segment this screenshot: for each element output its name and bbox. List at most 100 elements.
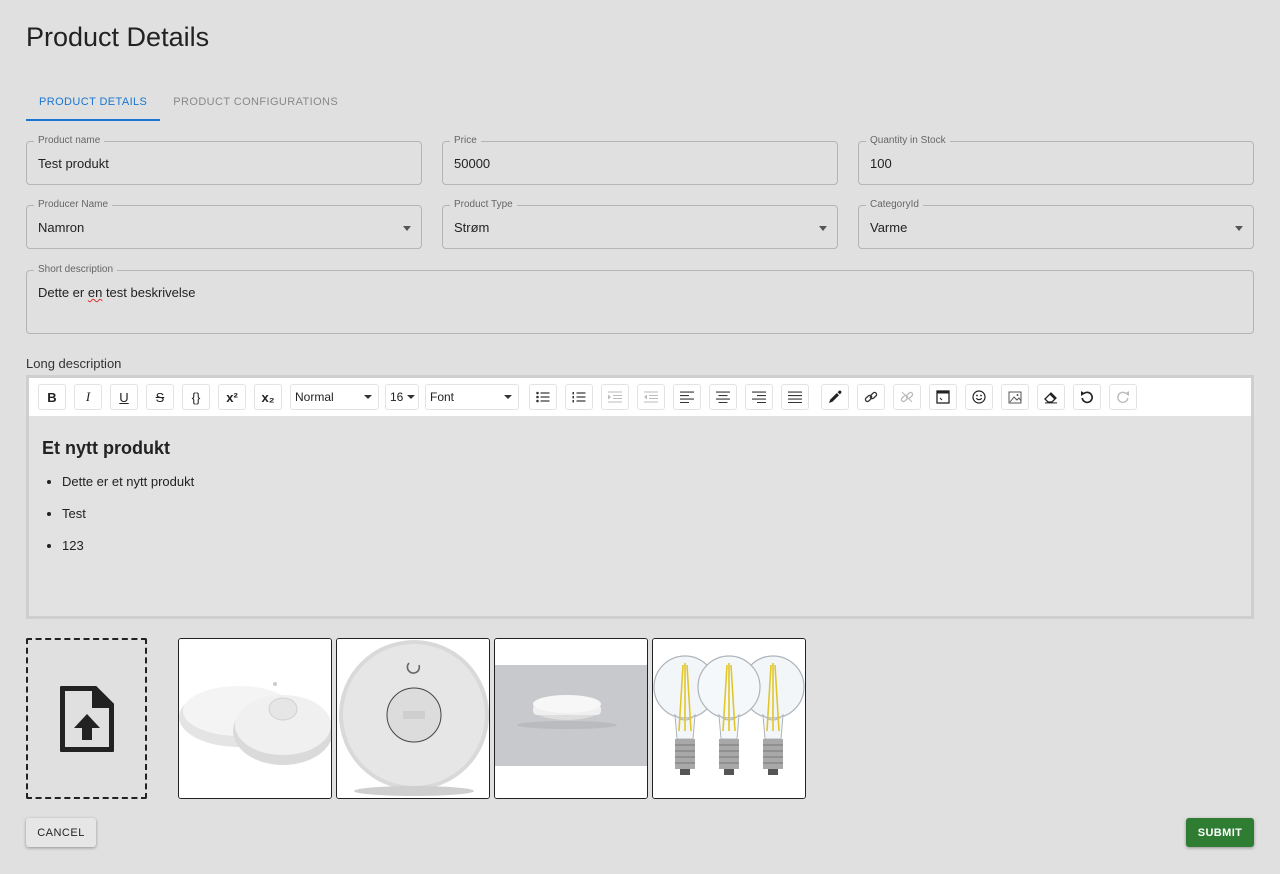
tab-product-configurations[interactable]: PRODUCT CONFIGURATIONS — [160, 86, 351, 121]
block-type-select[interactable]: Normal — [290, 384, 379, 410]
redo-icon — [1117, 391, 1129, 404]
product-image-led-bulbs[interactable] — [652, 638, 806, 799]
quantity-value[interactable]: 100 — [870, 156, 892, 171]
bullet-list-icon — [536, 391, 550, 403]
undo-button[interactable] — [1073, 384, 1101, 410]
submit-button[interactable]: SUBMIT — [1186, 818, 1254, 847]
align-left-icon — [680, 391, 694, 403]
font-family-select[interactable]: Font — [425, 384, 519, 410]
short-description-value[interactable]: Dette er en test beskrivelse — [38, 285, 196, 300]
color-picker-button[interactable] — [821, 384, 849, 410]
list-item: Dette er et nytt produkt — [62, 473, 194, 505]
category-value: Varme — [870, 220, 908, 235]
ordered-list-button[interactable] — [565, 384, 593, 410]
image-upload-dropzone[interactable] — [26, 638, 147, 799]
font-size-select[interactable]: 16 — [385, 384, 419, 410]
cancel-button[interactable]: CANCEL — [26, 818, 96, 847]
align-center-icon — [716, 391, 730, 403]
link-button[interactable] — [857, 384, 885, 410]
caret-down-icon — [364, 395, 372, 399]
short-description-text-b: test beskrivelse — [102, 285, 196, 300]
product-name-field[interactable]: Product name Test produkt — [26, 135, 422, 185]
emoji-button[interactable] — [965, 384, 993, 410]
remove-format-button[interactable] — [1037, 384, 1065, 410]
tab-product-details[interactable]: PRODUCT DETAILS — [26, 86, 161, 121]
content-heading: Et nytt produkt — [42, 438, 170, 458]
caret-down-icon — [504, 395, 512, 399]
unlink-button[interactable] — [893, 384, 921, 410]
product-name-value[interactable]: Test produkt — [38, 156, 109, 171]
list-item: Test — [62, 505, 194, 537]
category-select[interactable]: CategoryId Varme — [858, 199, 1254, 249]
producer-select[interactable]: Producer Name Namron — [26, 199, 422, 249]
embed-icon — [936, 390, 950, 404]
smoke-detectors-image — [179, 639, 331, 798]
numbered-list-icon — [572, 392, 586, 403]
align-right-icon — [752, 391, 766, 403]
caret-down-icon[interactable] — [403, 226, 411, 231]
caret-down-icon — [407, 395, 416, 399]
strikethrough-button[interactable]: S — [146, 384, 174, 410]
link-icon — [864, 391, 878, 403]
bold-button[interactable]: B — [38, 384, 66, 410]
page-title: Product Details — [26, 22, 210, 52]
file-upload-icon — [59, 685, 114, 752]
quantity-field[interactable]: Quantity in Stock 100 — [858, 135, 1254, 185]
detector-top-image — [337, 639, 489, 798]
smiley-icon — [972, 390, 986, 404]
caret-down-icon[interactable] — [1235, 226, 1243, 231]
unordered-list-button[interactable] — [529, 384, 557, 410]
unlink-icon — [900, 391, 914, 403]
list-item: 123 — [62, 537, 194, 569]
short-description-field[interactable]: Short description Dette er en test beskr… — [26, 264, 1254, 334]
image-button[interactable] — [1001, 384, 1029, 410]
price-value[interactable]: 50000 — [454, 156, 490, 171]
spellcheck-word: en — [87, 285, 103, 300]
product-image-detector-ceiling[interactable] — [494, 638, 648, 799]
producer-value: Namron — [38, 220, 85, 235]
undo-icon — [1081, 391, 1093, 404]
outdent-button[interactable] — [637, 384, 665, 410]
product-image-smoke-detectors[interactable] — [178, 638, 332, 799]
rich-text-editor: B I U S {} x² x₂ Normal 16 Font Et nytt … — [26, 375, 1254, 619]
indent-button[interactable] — [601, 384, 629, 410]
eraser-icon — [1044, 392, 1057, 404]
category-label: CategoryId — [866, 199, 923, 211]
embed-button[interactable] — [929, 384, 957, 410]
product-type-label: Product Type — [450, 199, 517, 211]
price-field[interactable]: Price 50000 — [442, 135, 838, 185]
align-center-button[interactable] — [709, 384, 737, 410]
product-type-value: Strøm — [454, 220, 490, 235]
price-label: Price — [450, 135, 481, 147]
superscript-button[interactable]: x² — [218, 384, 246, 410]
image-icon — [1008, 391, 1022, 403]
italic-button[interactable]: I — [74, 384, 102, 410]
product-type-select[interactable]: Product Type Strøm — [442, 199, 838, 249]
font-size-value: 16 — [390, 390, 404, 404]
quantity-label: Quantity in Stock — [866, 135, 950, 147]
font-family-value: Font — [430, 390, 455, 404]
outdent-icon — [644, 391, 658, 403]
code-button[interactable]: {} — [182, 384, 210, 410]
redo-button[interactable] — [1109, 384, 1137, 410]
led-bulbs-image — [653, 639, 805, 798]
align-justify-button[interactable] — [781, 384, 809, 410]
short-description-label: Short description — [34, 264, 118, 276]
align-right-button[interactable] — [745, 384, 773, 410]
align-left-button[interactable] — [673, 384, 701, 410]
editor-toolbar: B I U S {} x² x₂ Normal 16 Font — [29, 378, 1251, 416]
product-image-detector-top[interactable] — [336, 638, 490, 799]
long-description-label: Long description — [26, 356, 122, 371]
underline-button[interactable]: U — [110, 384, 138, 410]
short-description-text-a: Dette er — [38, 285, 88, 300]
block-type-value: Normal — [295, 390, 334, 404]
tab-bar: PRODUCT DETAILS PRODUCT CONFIGURATIONS — [26, 86, 351, 121]
content-list: Dette er et nytt produkt Test 123 — [42, 473, 194, 569]
editor-content[interactable]: Et nytt produkt Dette er et nytt produkt… — [42, 438, 194, 569]
subscript-button[interactable]: x₂ — [254, 384, 282, 410]
detector-ceiling-image — [495, 639, 647, 798]
product-name-label: Product name — [34, 135, 105, 147]
caret-down-icon[interactable] — [819, 226, 827, 231]
indent-icon — [608, 391, 622, 403]
align-justify-icon — [788, 391, 802, 403]
